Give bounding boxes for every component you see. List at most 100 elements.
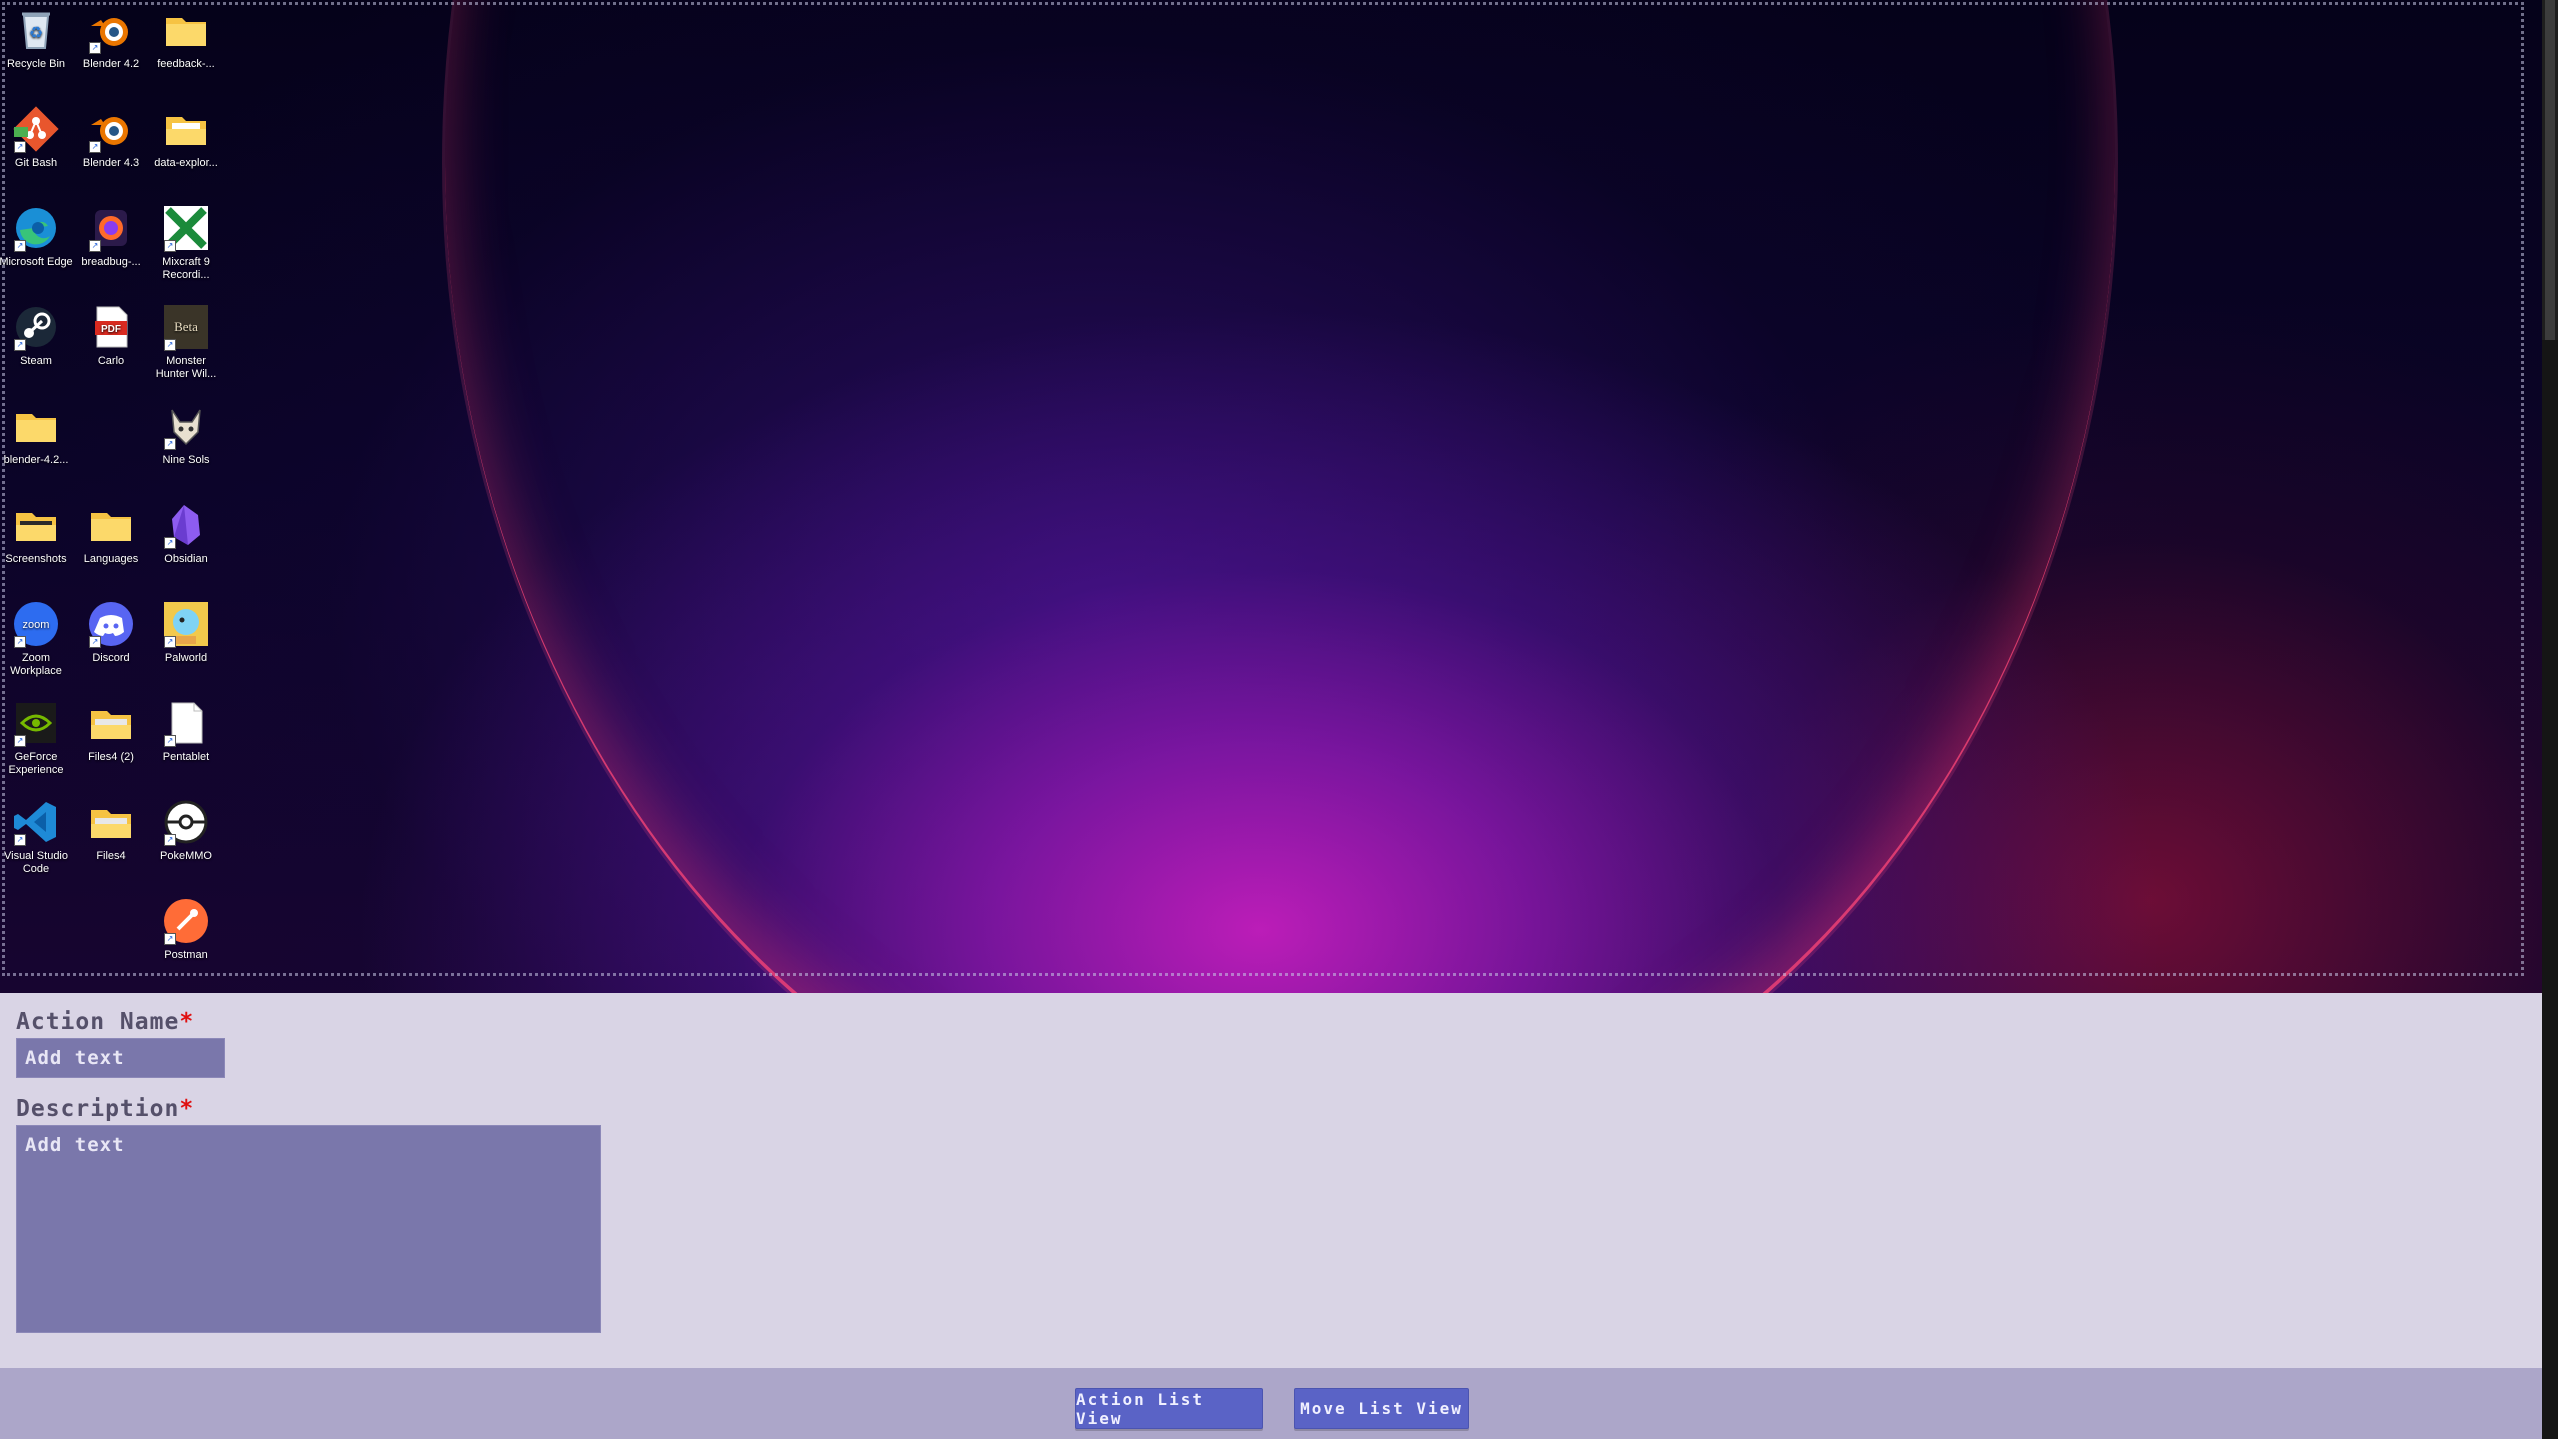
desktop-icon-label: Carlo — [97, 355, 125, 367]
desktop-icon-vscode[interactable]: ↗ Visual Studio Code — [0, 792, 73, 876]
desktop-icon-geforce[interactable]: ↗ GeForce Experience — [0, 693, 73, 777]
vscode-icon: ↗ — [12, 798, 60, 846]
pdf-icon: PDF — [87, 303, 135, 351]
svg-text:♻: ♻ — [29, 25, 43, 42]
desktop-icon-label: Recycle Bin — [6, 58, 66, 70]
desktop-icon-label: Screenshots — [5, 553, 67, 565]
desktop-icon-discord[interactable]: ↗ Discord — [74, 594, 148, 665]
postman-icon: ↗ — [162, 897, 210, 945]
discord-icon: ↗ — [87, 600, 135, 648]
desktop-icon-label: Postman — [164, 949, 208, 961]
desktop-icon-label: Palworld — [164, 652, 208, 664]
shortcut-arrow-icon: ↗ — [14, 240, 26, 252]
shortcut-arrow-icon: ↗ — [164, 636, 176, 648]
desktop-icon-blender-folder[interactable]: blender-4.2... — [0, 396, 73, 467]
desktop-icon-data-explorer[interactable]: data-explor... — [149, 99, 223, 170]
pokemmo-icon: ↗ — [162, 798, 210, 846]
folder-icon — [87, 699, 135, 747]
description-label: Description* — [16, 1096, 194, 1122]
shortcut-arrow-icon: ↗ — [164, 240, 176, 252]
shortcut-arrow-icon: ↗ — [14, 339, 26, 351]
shortcut-arrow-icon: ↗ — [14, 141, 26, 153]
footer-toolbar: Action List View Move List View — [0, 1368, 2542, 1439]
desktop-icon-label: Files4 — [96, 850, 126, 862]
required-marker: * — [179, 1009, 195, 1035]
desktop-icon-label: PokeMMO — [160, 850, 212, 862]
move-list-view-button[interactable]: Move List View — [1294, 1388, 1469, 1429]
file-icon: ↗ — [162, 699, 210, 747]
folder-icon — [162, 105, 210, 153]
description-textarea[interactable]: Add text — [16, 1125, 601, 1333]
action-name-label: Action Name* — [16, 1009, 194, 1035]
desktop-icon-monster-hunter[interactable]: Beta ↗ Monster Hunter Wil... — [149, 297, 223, 381]
shortcut-arrow-icon: ↗ — [14, 735, 26, 747]
svg-text:zoom: zoom — [23, 619, 50, 631]
svg-text:PDF: PDF — [101, 324, 121, 335]
mixcraft-icon: ↗ — [162, 204, 210, 252]
desktop-icon-recycle-bin[interactable]: ♻ Recycle Bin — [0, 0, 73, 71]
shortcut-arrow-icon: ↗ — [14, 834, 26, 846]
desktop-icon-nine-sols[interactable]: ↗ Nine Sols — [149, 396, 223, 467]
desktop-icon-label: data-explor... — [154, 157, 218, 169]
desktop-icon-postman[interactable]: ↗ Postman — [149, 891, 223, 962]
desktop-icon-files4-2[interactable]: Files4 (2) — [74, 693, 148, 764]
desktop-icon-label: Discord — [92, 652, 130, 664]
desktop-icon-label: Steam — [20, 355, 52, 367]
desktop-icon-carlo[interactable]: PDF Carlo — [74, 297, 148, 368]
desktop-icon-pentablet[interactable]: ↗ Pentablet — [149, 693, 223, 764]
svg-text:Beta: Beta — [174, 319, 198, 334]
description-label-text: Description — [16, 1096, 180, 1122]
desktop-icon-blender-43[interactable]: ↗ Blender 4.3 — [74, 99, 148, 170]
desktop-icon-label: Git Bash — [14, 157, 58, 169]
obsidian-icon: ↗ — [162, 501, 210, 549]
desktop-icon-languages[interactable]: Languages — [74, 495, 148, 566]
action-form-panel: Action Name* Add text Description* Add t… — [0, 993, 2542, 1368]
geforce-icon: ↗ — [12, 699, 60, 747]
desktop-icon-steam[interactable]: ↗ Steam — [0, 297, 73, 368]
desktop-icon-palworld[interactable]: ↗ Palworld — [149, 594, 223, 665]
firefox-icon: ↗ — [87, 204, 135, 252]
desktop-icon-files4[interactable]: Files4 — [74, 792, 148, 863]
desktop-icon-label: Zoom Workplace — [10, 652, 62, 677]
shortcut-arrow-icon: ↗ — [89, 636, 101, 648]
steam-icon: ↗ — [12, 303, 60, 351]
desktop-icon-breadbug[interactable]: ↗ breadbug-... — [74, 198, 148, 269]
desktop-icon-label: Visual Studio Code — [3, 850, 68, 875]
vertical-scrollbar[interactable] — [2542, 0, 2558, 1439]
desktop-icon-obsidian[interactable]: ↗ Obsidian — [149, 495, 223, 566]
desktop-icon-mixcraft[interactable]: ↗ Mixcraft 9 Recordi... — [149, 198, 223, 282]
desktop-icon-zoom[interactable]: zoom ↗ Zoom Workplace — [0, 594, 73, 678]
shortcut-arrow-icon: ↗ — [164, 735, 176, 747]
desktop-icon-screenshots[interactable]: Screenshots — [0, 495, 73, 566]
shortcut-arrow-icon: ↗ — [164, 339, 176, 351]
shortcut-arrow-icon: ↗ — [164, 537, 176, 549]
desktop-icon-label: GeForce Experience — [8, 751, 64, 776]
shortcut-arrow-icon: ↗ — [14, 636, 26, 648]
git-bash-icon: ↗ — [12, 105, 60, 153]
monster-hunter-icon: Beta ↗ — [162, 303, 210, 351]
desktop-icon-label: Blender 4.3 — [82, 157, 140, 169]
desktop-icon-label: Mixcraft 9 Recordi... — [162, 256, 210, 281]
action-name-input[interactable]: Add text — [16, 1038, 225, 1078]
folder-icon — [162, 6, 210, 54]
desktop-icon-label: feedback-... — [157, 58, 215, 70]
action-list-view-button[interactable]: Action List View — [1075, 1388, 1263, 1429]
shortcut-arrow-icon: ↗ — [89, 42, 101, 54]
scrollbar-thumb[interactable] — [2545, 0, 2555, 340]
shortcut-arrow-icon: ↗ — [164, 438, 176, 450]
edge-icon: ↗ — [12, 204, 60, 252]
desktop-icon-git-bash[interactable]: ↗ Git Bash — [0, 99, 73, 170]
zoom-icon: zoom ↗ — [12, 600, 60, 648]
scrollbar-track — [2542, 340, 2558, 1439]
wallpaper-glow — [445, 0, 2115, 993]
action-name-label-text: Action Name — [16, 1009, 180, 1035]
desktop-icon-pokemmo[interactable]: ↗ PokeMMO — [149, 792, 223, 863]
shortcut-arrow-icon: ↗ — [89, 240, 101, 252]
desktop-icon-label: Files4 (2) — [88, 751, 134, 763]
desktop-icon-blender-42[interactable]: ↗ Blender 4.2 — [74, 0, 148, 71]
desktop-icon-label: Blender 4.2 — [82, 58, 140, 70]
blender-icon: ↗ — [87, 6, 135, 54]
desktop-icon-label: Nine Sols — [162, 454, 210, 466]
desktop-icon-microsoft-edge[interactable]: ↗ Microsoft Edge — [0, 198, 73, 269]
desktop-icon-feedback[interactable]: feedback-... — [149, 0, 223, 71]
